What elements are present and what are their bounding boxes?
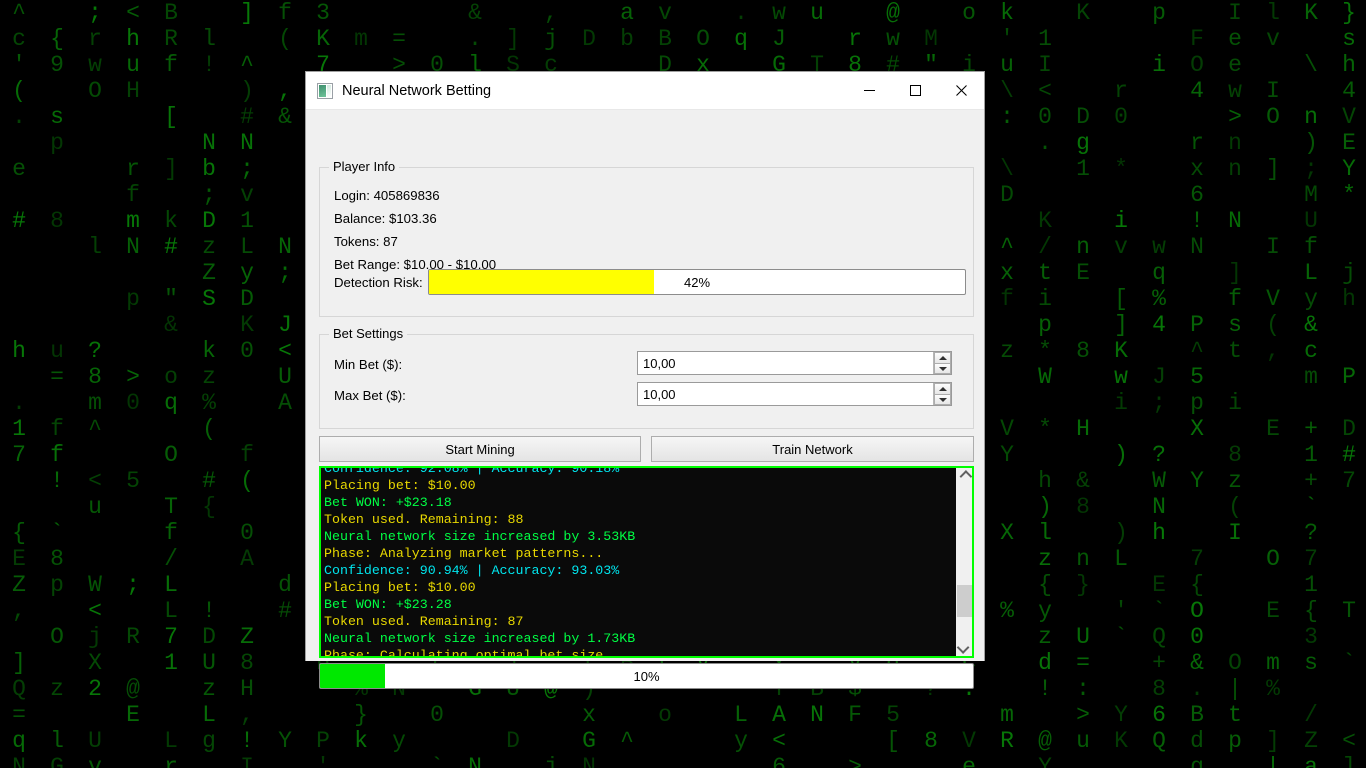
train-network-button[interactable]: Train Network — [651, 436, 974, 462]
min-bet-step-up-icon[interactable] — [934, 352, 951, 363]
min-bet-stepper[interactable] — [933, 352, 951, 374]
max-bet-step-up-icon[interactable] — [934, 383, 951, 394]
scrollbar-thumb[interactable] — [957, 585, 972, 618]
max-bet-step-down-icon[interactable] — [934, 394, 951, 405]
max-bet-stepper[interactable] — [933, 383, 951, 405]
tokens-text: Tokens: 87 — [334, 234, 398, 249]
player-info-group-title: Player Info — [329, 159, 400, 174]
log-line: Placing bet: $10.00 — [324, 580, 476, 595]
log-line: Neural network size increased by 1.73KB — [324, 631, 636, 646]
log-line: Bet WON: +$23.18 — [324, 495, 452, 510]
log-line: Neural network size increased by 3.53KB — [324, 529, 636, 544]
minimize-icon[interactable] — [846, 72, 892, 109]
balance-text: Balance: $103.36 — [334, 211, 437, 226]
bet-settings-group: Bet Settings Min Bet ($): 10,00 Max Bet … — [319, 326, 974, 429]
task-progressbar: 10% — [319, 663, 974, 689]
window-title: Neural Network Betting — [342, 82, 492, 99]
min-bet-label: Min Bet ($): — [334, 357, 403, 372]
player-info-group: Player Info Login: 405869836 Balance: $1… — [319, 159, 974, 317]
task-progress-value: 10% — [633, 668, 660, 684]
login-text: Login: 405869836 — [334, 188, 440, 203]
log-console: Confidence: 92.08% | Accuracy: 90.18% Pla… — [319, 466, 974, 658]
log-line: Token used. Remaining: 88 — [324, 512, 524, 527]
client-area: Player Info Login: 405869836 Balance: $1… — [306, 110, 984, 689]
close-icon[interactable] — [938, 72, 984, 109]
chevron-down-icon[interactable] — [956, 639, 972, 656]
max-bet-spinbox[interactable]: 10,00 — [637, 382, 952, 406]
detection-risk-label: Detection Risk: — [334, 275, 423, 290]
log-line: Placing bet: $10.00 — [324, 478, 476, 493]
log-console-text[interactable]: Confidence: 92.08% | Accuracy: 90.18% Pla… — [321, 468, 955, 656]
log-console-scrollbar[interactable] — [955, 468, 972, 656]
min-bet-step-down-icon[interactable] — [934, 363, 951, 374]
app-window-icon — [317, 82, 333, 99]
app-window: Neural Network Betting Player Info Login… — [305, 71, 985, 689]
detection-risk-value: 42% — [683, 274, 711, 290]
min-bet-value[interactable]: 10,00 — [638, 352, 933, 374]
title-bar[interactable]: Neural Network Betting — [306, 72, 984, 110]
start-mining-button[interactable]: Start Mining — [319, 436, 641, 462]
max-bet-label: Max Bet ($): — [334, 388, 406, 403]
chevron-up-icon[interactable] — [956, 468, 972, 485]
log-line: Phase: Analyzing market patterns... — [324, 546, 604, 561]
log-line: Confidence: 92.08% | Accuracy: 90.18% — [324, 468, 620, 476]
log-line: Confidence: 90.94% | Accuracy: 93.03% — [324, 563, 620, 578]
max-bet-value[interactable]: 10,00 — [638, 383, 933, 405]
detection-risk-progressbar: 42% — [428, 269, 966, 295]
log-line: Token used. Remaining: 87 — [324, 614, 524, 629]
min-bet-spinbox[interactable]: 10,00 — [637, 351, 952, 375]
log-line: Phase: Calculating optimal bet size... — [324, 648, 628, 656]
maximize-icon[interactable] — [892, 72, 938, 109]
bet-settings-group-title: Bet Settings — [329, 326, 408, 341]
log-line: Bet WON: +$23.28 — [324, 597, 452, 612]
